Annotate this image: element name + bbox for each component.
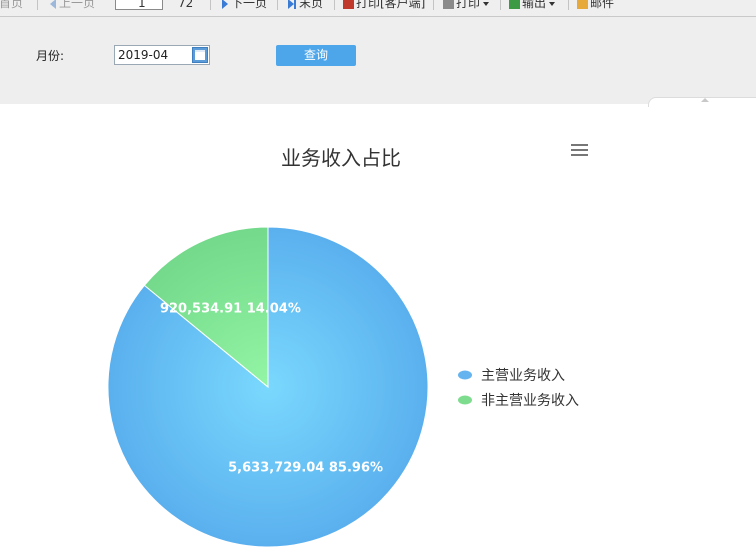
month-value: 2019-04: [118, 48, 169, 62]
export-icon: [509, 0, 520, 9]
total-pages: 72: [178, 0, 194, 10]
slice-data-label-0: 5,633,729.04 85.96%: [228, 461, 383, 476]
chevron-down-icon: [483, 1, 490, 6]
print-client-label: 打印[客户端]: [356, 0, 426, 10]
mail-icon: [577, 0, 588, 9]
next-page-button[interactable]: 下一页: [222, 0, 267, 12]
filter-panel: 月份: 2019-04 查询: [0, 17, 756, 104]
legend-swatch-1[interactable]: [458, 395, 472, 405]
last-page-button[interactable]: 末页: [288, 0, 323, 12]
export-label: 输出: [522, 0, 547, 10]
last-page-label: 末页: [299, 0, 324, 10]
export-button[interactable]: 输出: [509, 0, 556, 12]
prev-page-label: 上一页: [59, 0, 96, 10]
report-toolbar: 首页 上一页 1 72 下一页 末页 打印[客户端] 打印 输出 邮件: [0, 0, 756, 17]
legend-label-1[interactable]: 非主营业务收入: [481, 393, 579, 409]
chevron-up-icon: [701, 98, 709, 102]
prev-page-button[interactable]: 上一页: [50, 0, 95, 12]
mail-button[interactable]: 邮件: [577, 0, 614, 12]
pie-chart: 业务收入占比 5,633,729.04 85.96% 920,534.91 14.…: [107, 146, 579, 548]
last-bar-icon: [294, 0, 296, 9]
toolbar-divider: [433, 0, 434, 10]
mail-label: 邮件: [590, 0, 615, 10]
month-label: 月份:: [36, 49, 65, 63]
legend-swatch-0[interactable]: [458, 370, 472, 380]
toolbar-divider: [277, 0, 278, 10]
print-label: 打印: [456, 0, 481, 10]
prev-arrow-icon: [50, 0, 56, 9]
print-button[interactable]: 打印: [443, 0, 490, 12]
next-arrow-icon: [222, 0, 228, 9]
month-input[interactable]: 2019-04: [114, 45, 210, 65]
next-page-label: 下一页: [231, 0, 268, 10]
page-number-input[interactable]: 1: [115, 0, 163, 10]
query-button[interactable]: 查询: [276, 45, 356, 66]
legend-label-0[interactable]: 主营业务收入: [481, 368, 565, 384]
toolbar-divider: [568, 0, 569, 10]
chart-title: 业务收入占比: [281, 146, 401, 170]
print-client-button[interactable]: 打印[客户端]: [343, 0, 425, 12]
pdf-print-icon: [343, 0, 354, 9]
printer-icon: [443, 0, 454, 9]
chevron-down-icon: [549, 1, 556, 6]
toolbar-divider: [210, 0, 211, 10]
toolbar-divider: [500, 0, 501, 10]
toolbar-divider: [334, 0, 335, 10]
calendar-icon[interactable]: [192, 47, 208, 63]
slice-data-label-1: 920,534.91 14.04%: [160, 301, 301, 316]
toolbar-divider: [37, 0, 38, 10]
first-page-button[interactable]: 首页: [0, 0, 23, 12]
